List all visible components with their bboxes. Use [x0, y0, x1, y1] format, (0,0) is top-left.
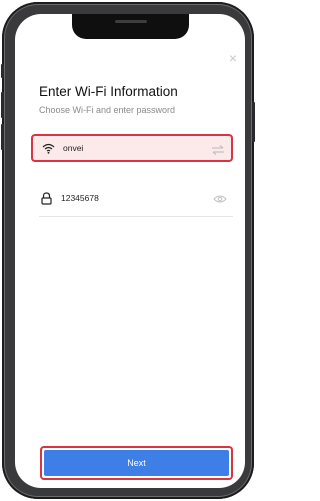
password-divider [39, 216, 233, 217]
mute-switch [1, 64, 4, 78]
wifi-icon [41, 141, 55, 155]
power-button [252, 102, 255, 142]
password-row[interactable]: 12345678 [31, 184, 233, 212]
notch [72, 14, 189, 39]
close-icon[interactable]: × [226, 51, 240, 65]
wifi-network-row[interactable]: onvei [31, 134, 233, 162]
volume-down-button [1, 124, 4, 150]
password-value[interactable]: 12345678 [61, 193, 99, 203]
next-button[interactable]: Next [44, 450, 229, 476]
phone-screen: × Enter Wi-Fi Information Choose Wi-Fi a… [15, 14, 245, 488]
wifi-ssid: onvei [63, 143, 84, 153]
phone-frame: × Enter Wi-Fi Information Choose Wi-Fi a… [1, 2, 255, 499]
next-button-highlight: Next [40, 446, 233, 480]
page-subtitle: Choose Wi-Fi and enter password [39, 105, 176, 115]
volume-up-button [1, 92, 4, 118]
page-title: Enter Wi-Fi Information [39, 84, 178, 99]
speaker-grille [115, 20, 147, 23]
lock-icon [39, 191, 53, 205]
eye-icon[interactable] [213, 191, 227, 203]
switch-network-icon[interactable] [211, 143, 225, 155]
